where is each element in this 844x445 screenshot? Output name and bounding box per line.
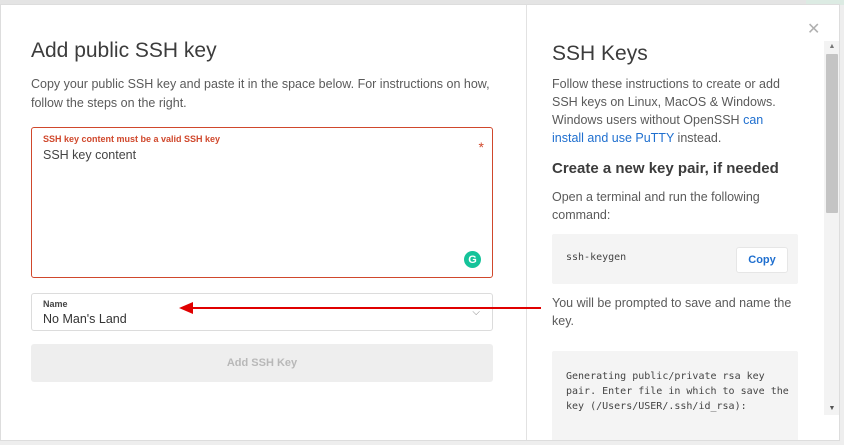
step-open-terminal: Open a terminal and run the following co… bbox=[552, 190, 760, 222]
scroll-down-icon[interactable]: ▼ bbox=[824, 403, 839, 415]
output-text: Generating public/private rsa key pair. … bbox=[566, 371, 789, 412]
create-key-heading: Create a new key pair, if needed bbox=[552, 160, 779, 177]
intro-tail: instead. bbox=[674, 131, 722, 145]
copy-button[interactable]: Copy bbox=[736, 247, 788, 273]
name-label: Name bbox=[43, 299, 68, 309]
grammarly-icon[interactable]: G bbox=[464, 251, 481, 268]
step-save-key: You will be prompted to save and name th… bbox=[552, 296, 792, 328]
red-arrow-annotation bbox=[179, 302, 541, 314]
key-error-message: SSH key content must be a valid SSH key bbox=[43, 134, 221, 144]
instructions-intro: Follow these instructions to create or a… bbox=[552, 75, 797, 147]
instructions-title: SSH Keys bbox=[552, 42, 648, 65]
instructions-panel: SSH Keys Follow these instructions to cr… bbox=[527, 5, 824, 440]
ssh-key-textarea[interactable]: SSH key content must be a valid SSH key … bbox=[31, 127, 493, 278]
add-ssh-key-button[interactable]: Add SSH Key bbox=[31, 344, 493, 382]
ssh-key-modal: Add public SSH key Copy your public SSH … bbox=[0, 4, 840, 441]
instructions-scrollbar[interactable]: ▲ ▼ bbox=[824, 41, 839, 415]
intro-text: Copy your public SSH key and paste it in… bbox=[31, 77, 490, 110]
command-block: ssh-keygen Copy bbox=[552, 234, 798, 284]
name-value: No Man's Land bbox=[43, 312, 127, 326]
key-placeholder: SSH key content bbox=[43, 148, 137, 162]
page-title: Add public SSH key bbox=[31, 39, 217, 62]
close-icon[interactable]: ✕ bbox=[807, 22, 820, 38]
command-text: ssh-keygen bbox=[566, 252, 627, 263]
output-block: Generating public/private rsa key pair. … bbox=[552, 351, 798, 440]
scroll-up-icon[interactable]: ▲ bbox=[824, 41, 839, 53]
required-marker: * bbox=[478, 139, 484, 155]
scroll-thumb[interactable] bbox=[826, 54, 838, 213]
add-key-panel: Add public SSH key Copy your public SSH … bbox=[1, 5, 526, 440]
